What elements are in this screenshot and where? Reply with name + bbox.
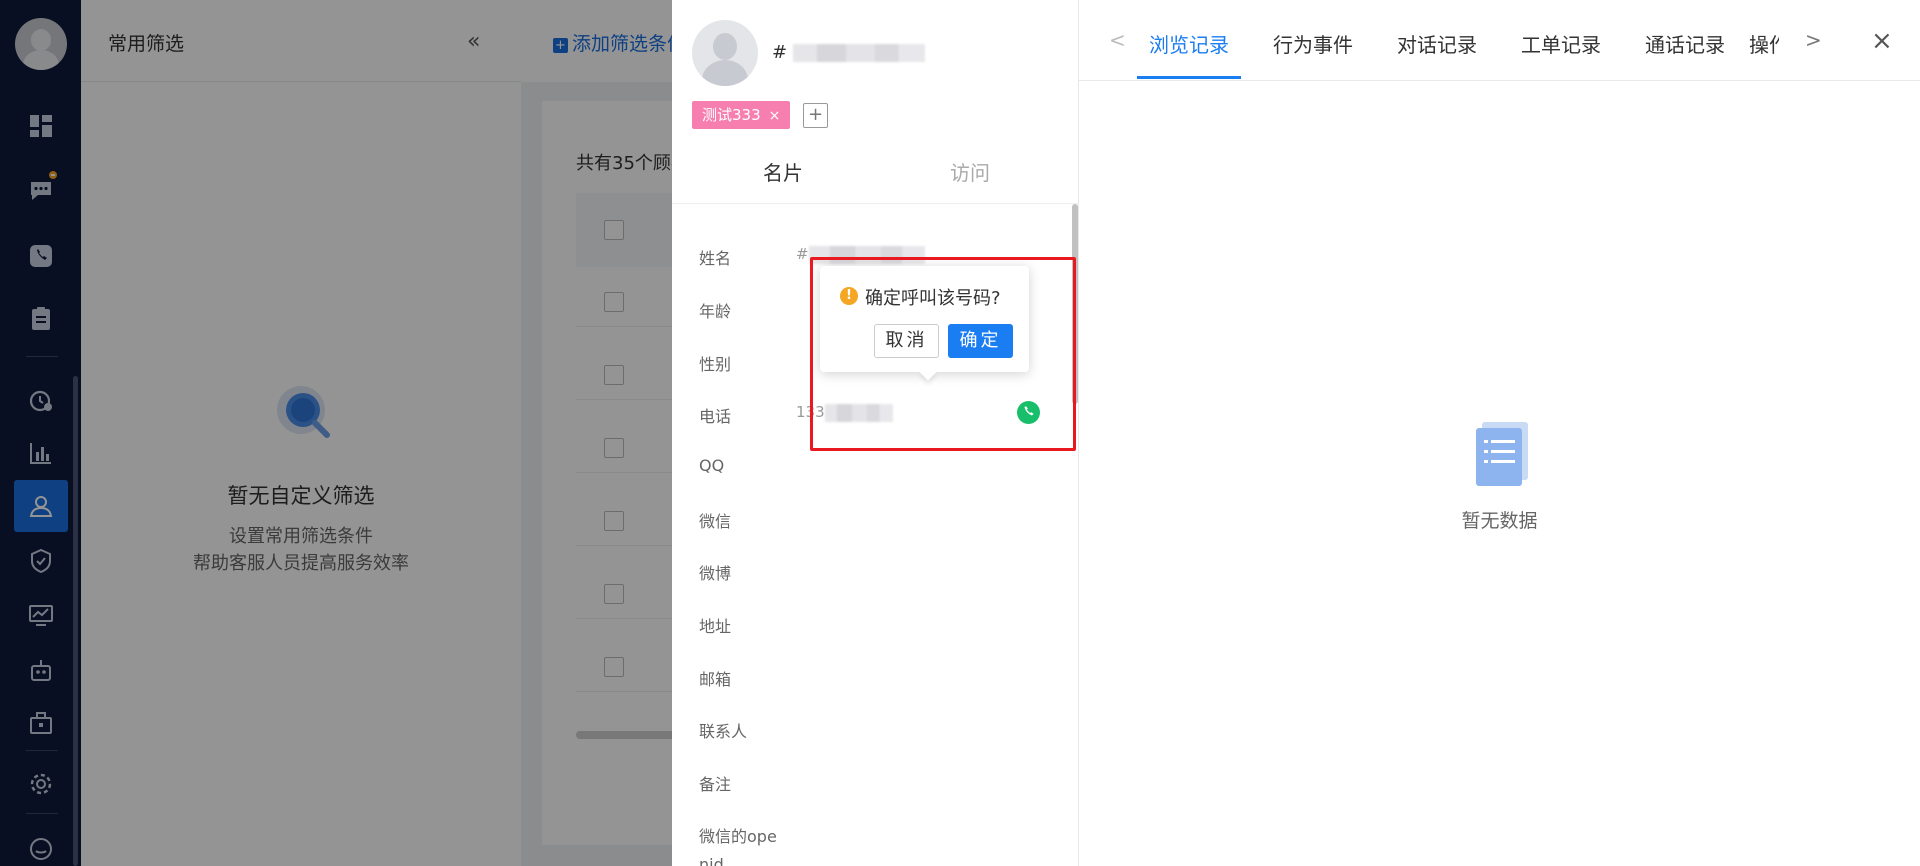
- records-column: < 浏览记录 行为事件 对话记录 工单记录 通话记录 操作 > × 暂无数据: [1079, 0, 1920, 866]
- records-tabs: < 浏览记录 行为事件 对话记录 工单记录 通话记录 操作 > ×: [1079, 0, 1920, 81]
- phone-value-prefix: 133: [796, 403, 825, 421]
- field-label-wechat-openid: 微信的ope: [699, 827, 777, 846]
- field-value-name[interactable]: #: [796, 245, 925, 264]
- field-label-phone: 电话: [699, 407, 732, 426]
- field-label-email: 邮箱: [699, 670, 732, 689]
- tag-close-icon[interactable]: ×: [769, 108, 781, 124]
- tag-label: 测试333: [702, 106, 761, 124]
- customer-name-prefix: #: [772, 42, 788, 63]
- redacted-phone-value: [824, 403, 893, 422]
- customer-avatar: [692, 20, 758, 86]
- tab-chat-records[interactable]: 对话记录: [1397, 29, 1477, 58]
- warning-icon: !: [840, 287, 858, 305]
- confirm-button[interactable]: 确定: [948, 324, 1013, 358]
- subtab-card[interactable]: 名片: [763, 157, 803, 186]
- field-label-gender: 性别: [699, 355, 732, 374]
- redacted-name: [792, 44, 925, 62]
- empty-state-text: 暂无数据: [1461, 510, 1538, 532]
- phone-call-icon: [1024, 406, 1034, 416]
- tab-call-records[interactable]: 通话记录: [1645, 29, 1725, 58]
- cancel-button[interactable]: 取消: [874, 324, 939, 358]
- field-label-name: 姓名: [699, 249, 732, 268]
- field-label-address: 地址: [699, 617, 732, 636]
- field-label-qq: QQ: [699, 456, 725, 475]
- customer-tag[interactable]: 测试333 ×: [692, 101, 791, 129]
- popconfirm-message: 确定呼叫该号码?: [865, 288, 1001, 309]
- customer-detail-drawer: # 测试333 × + 名片 访问 姓名 # 年龄 性别 电话 133 QQ 微信…: [672, 0, 1920, 866]
- redacted-name-value: [808, 245, 925, 264]
- field-label-wechat-openid-cont: nid: [699, 855, 724, 866]
- field-label-weibo: 微博: [699, 564, 732, 583]
- customer-profile-column: # 测试333 × + 名片 访问 姓名 # 年龄 性别 电话 133 QQ 微信…: [672, 0, 1079, 866]
- tabs-prev-arrow[interactable]: <: [1109, 28, 1126, 52]
- field-label-contact: 联系人: [699, 722, 748, 741]
- empty-document-icon: [1476, 422, 1528, 486]
- tabs-next-arrow[interactable]: >: [1805, 28, 1822, 52]
- tab-browse-records[interactable]: 浏览记录: [1149, 29, 1229, 58]
- call-popconfirm: ! 确定呼叫该号码? 取消 确定: [820, 266, 1029, 372]
- close-drawer-button[interactable]: ×: [1871, 26, 1893, 56]
- tab-behavior-events[interactable]: 行为事件: [1273, 29, 1353, 58]
- field-value-phone[interactable]: 133: [796, 403, 893, 422]
- profile-scrollbar[interactable]: [1072, 204, 1078, 404]
- call-phone-button[interactable]: [1017, 401, 1040, 424]
- active-tab-indicator: [1137, 76, 1241, 79]
- field-label-note: 备注: [699, 775, 732, 794]
- customer-name: #: [772, 42, 925, 63]
- tabs-overflow-mask: [1779, 20, 1801, 60]
- subtab-visit[interactable]: 访问: [950, 157, 990, 186]
- add-tag-button[interactable]: +: [803, 103, 828, 128]
- field-label-age: 年龄: [699, 302, 732, 321]
- subtab-divider: [672, 203, 1078, 204]
- field-label-wechat: 微信: [699, 512, 732, 531]
- tab-ticket-records[interactable]: 工单记录: [1521, 29, 1601, 58]
- name-value-prefix: #: [796, 245, 809, 263]
